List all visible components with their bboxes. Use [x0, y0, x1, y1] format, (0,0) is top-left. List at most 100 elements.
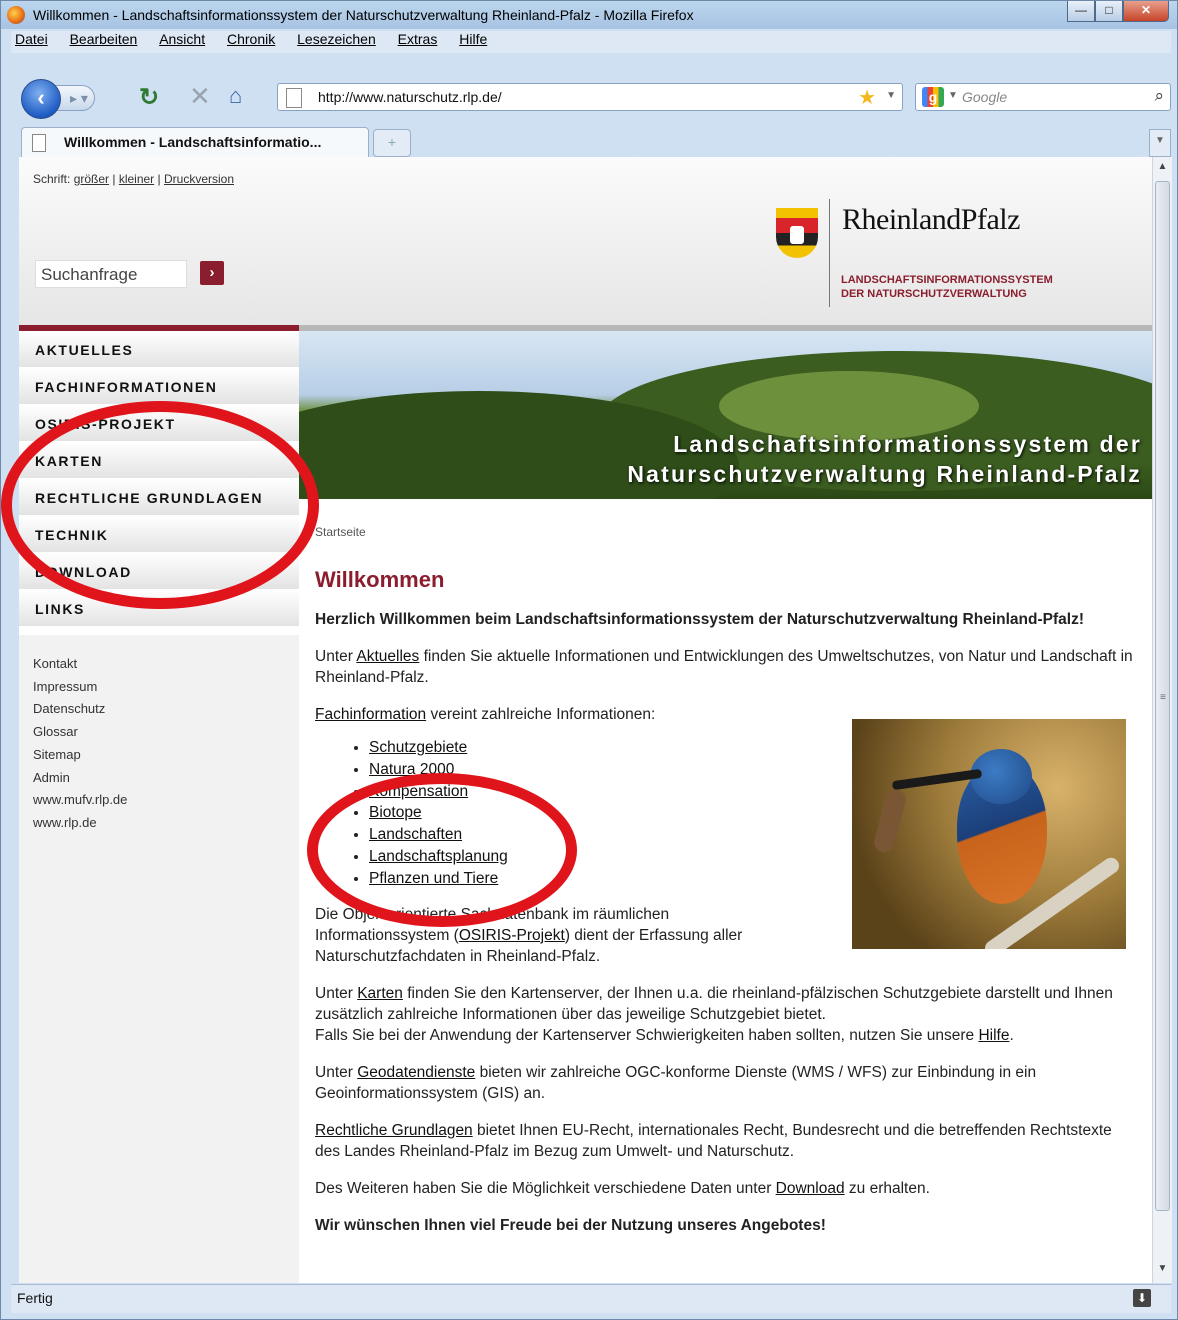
fish-shape: [872, 787, 908, 855]
title-bar: Willkommen - Landschaftsinformationssyst…: [1, 1, 1177, 29]
link-aktuelles[interactable]: Aktuelles: [356, 648, 419, 665]
stop-icon[interactable]: ✕: [189, 81, 211, 112]
chevron-down-icon[interactable]: ▼: [886, 90, 896, 101]
print-version-link[interactable]: Druckversion: [164, 172, 234, 186]
reload-icon[interactable]: ↻: [139, 83, 159, 112]
site-search-input[interactable]: Suchanfrage: [35, 260, 187, 288]
close-button[interactable]: ✕: [1123, 1, 1169, 22]
address-bar[interactable]: http://www.naturschutz.rlp.de/ ★ ▼: [277, 83, 903, 111]
menu-bearbeiten[interactable]: Bearbeiten: [66, 31, 138, 47]
closing-text: Wir wünschen Ihnen viel Freude bei der N…: [315, 1216, 826, 1234]
landscape-banner: Landschaftsinformationssystem der Naturs…: [299, 331, 1152, 499]
search-placeholder[interactable]: Google: [962, 89, 1007, 105]
tab-list-button[interactable]: ▼: [1149, 129, 1171, 157]
tab-strip: Willkommen - Landschaftsinformatio... + …: [11, 125, 1171, 157]
page-viewport: Schrift: größer | kleiner | Druckversion…: [19, 157, 1152, 1283]
status-text: Fertig: [17, 1290, 53, 1306]
nav-item-aktuelles[interactable]: AKTUELLES: [19, 331, 299, 368]
link-osiris-projekt[interactable]: OSIRIS-Projekt: [459, 927, 565, 944]
window-title: Willkommen - Landschaftsinformationssyst…: [33, 7, 694, 23]
menu-extras[interactable]: Extras: [394, 31, 438, 47]
list-item: Schutzgebiete: [369, 737, 789, 759]
link-mufv[interactable]: www.mufv.rlp.de: [33, 789, 127, 812]
link-kontakt[interactable]: Kontakt: [33, 653, 127, 676]
menu-lesezeichen[interactable]: Lesezeichen: [293, 31, 376, 47]
vertical-scrollbar[interactable]: ▲ ≡ ▼: [1152, 157, 1172, 1283]
link-fachinformation[interactable]: Fachinformation: [315, 706, 426, 723]
menu-ansicht[interactable]: Ansicht: [155, 31, 205, 47]
scroll-up-icon[interactable]: ▲: [1155, 161, 1170, 177]
grip-icon: ≡: [1160, 692, 1166, 703]
intro-text: Herzlich Willkommen beim Landschaftsinfo…: [315, 611, 1084, 628]
forward-button[interactable]: ▸ ▾: [55, 85, 95, 111]
text: Unter: [315, 1063, 358, 1081]
google-icon[interactable]: g: [922, 87, 944, 107]
bookmark-star-icon[interactable]: ★: [858, 85, 876, 110]
paragraph-download: Des Weiteren haben Sie die Möglichkeit v…: [315, 1178, 1135, 1199]
browser-window: Willkommen - Landschaftsinformationssyst…: [0, 0, 1178, 1320]
back-button[interactable]: ‹: [21, 79, 61, 119]
paragraph-aktuelles: Unter Aktuelles finden Sie aktuelle Info…: [315, 646, 1135, 688]
url-text[interactable]: http://www.naturschutz.rlp.de/: [318, 89, 502, 105]
logo-subtitle-line1: LANDSCHAFTSINFORMATIONSSYSTEM: [841, 274, 1053, 286]
link-rlp[interactable]: www.rlp.de: [33, 812, 127, 835]
text: Unter: [315, 984, 358, 1002]
logo-wordmark: RheinlandPfalz: [842, 203, 1020, 236]
home-icon[interactable]: ⌂: [229, 83, 242, 109]
link-geodatendienste[interactable]: Geodatendienste: [357, 1064, 475, 1081]
kingfisher-photo: [852, 719, 1126, 949]
navigation-toolbar: ▸ ▾ ‹ ↻ ✕ ⌂ http://www.naturschutz.rlp.d…: [11, 55, 1171, 119]
status-bar: Fertig ⬇: [11, 1284, 1171, 1313]
annotation-oval-list: [307, 773, 577, 927]
minimize-button[interactable]: —: [1067, 1, 1095, 22]
search-submit-button[interactable]: ›: [200, 261, 224, 285]
logo-subtitle: LANDSCHAFTSINFORMATIONSSYSTEM DER NATURS…: [841, 273, 1101, 301]
chevron-down-icon[interactable]: ▼: [948, 90, 958, 101]
logo-subtitle-line2: DER NATURSCHUTZVERWALTUNG: [841, 288, 1027, 300]
banner-title-line1: Landschaftsinformationssystem der: [673, 431, 1142, 457]
scroll-down-icon[interactable]: ▼: [1155, 1263, 1170, 1279]
link-hilfe[interactable]: Hilfe: [978, 1027, 1009, 1044]
maximize-button[interactable]: □: [1095, 1, 1123, 22]
nav-item-fachinformationen[interactable]: FACHINFORMATIONEN: [19, 368, 299, 405]
annotation-oval-nav: [1, 401, 319, 609]
tab-active[interactable]: Willkommen - Landschaftsinformatio...: [21, 127, 369, 157]
search-bar[interactable]: g ▼ Google ⌕: [915, 83, 1171, 111]
link-admin[interactable]: Admin: [33, 767, 127, 790]
menu-datei[interactable]: Datei: [11, 31, 48, 47]
tab-label[interactable]: Willkommen - Landschaftsinformatio...: [64, 134, 321, 150]
link-impressum[interactable]: Impressum: [33, 676, 127, 699]
site-header: Schrift: größer | kleiner | Druckversion…: [19, 157, 1152, 325]
link-sitemap[interactable]: Sitemap: [33, 744, 127, 767]
text: zu erhalten.: [844, 1179, 930, 1197]
paragraph-rechtliche-grundlagen: Rechtliche Grundlagen bietet Ihnen EU-Re…: [315, 1120, 1135, 1162]
font-larger-link[interactable]: größer: [74, 172, 109, 186]
link-glossar[interactable]: Glossar: [33, 721, 127, 744]
coat-of-arms-logo: [776, 208, 818, 258]
banner-title: Landschaftsinformationssystem der Naturs…: [627, 429, 1142, 489]
font-smaller-link[interactable]: kleiner: [119, 172, 154, 186]
link-karten[interactable]: Karten: [357, 985, 403, 1002]
link-download[interactable]: Download: [776, 1180, 845, 1197]
scroll-thumb[interactable]: ≡: [1155, 181, 1170, 1211]
banner-title-line2: Naturschutzverwaltung Rheinland-Pfalz: [627, 461, 1142, 487]
font-size-controls: Schrift: größer | kleiner | Druckversion: [33, 172, 235, 186]
footer-links: Kontakt Impressum Datenschutz Glossar Si…: [33, 653, 127, 835]
menu-bar: Datei Bearbeiten Ansicht Chronik Lesezei…: [11, 31, 1171, 53]
menu-hilfe[interactable]: Hilfe: [455, 31, 487, 47]
download-icon[interactable]: ⬇: [1133, 1289, 1151, 1307]
menu-chronik[interactable]: Chronik: [223, 31, 275, 47]
new-tab-button[interactable]: +: [373, 129, 411, 157]
page-title: Willkommen: [315, 567, 445, 592]
text: Unter: [315, 648, 357, 665]
font-label: Schrift:: [33, 172, 71, 186]
search-icon[interactable]: ⌕: [1154, 86, 1164, 106]
breadcrumb[interactable]: Startseite: [315, 525, 366, 539]
link-rechtliche-grundlagen[interactable]: Rechtliche Grundlagen: [315, 1122, 473, 1139]
logo-divider: [829, 199, 830, 307]
link-datenschutz[interactable]: Datenschutz: [33, 698, 127, 721]
link-schutzgebiete[interactable]: Schutzgebiete: [369, 739, 467, 756]
firefox-icon: [7, 6, 25, 24]
paragraph-karten: Unter Karten finden Sie den Kartenserver…: [315, 983, 1135, 1046]
paragraph-geodatendienste: Unter Geodatendienste bieten wir zahlrei…: [315, 1062, 1135, 1104]
